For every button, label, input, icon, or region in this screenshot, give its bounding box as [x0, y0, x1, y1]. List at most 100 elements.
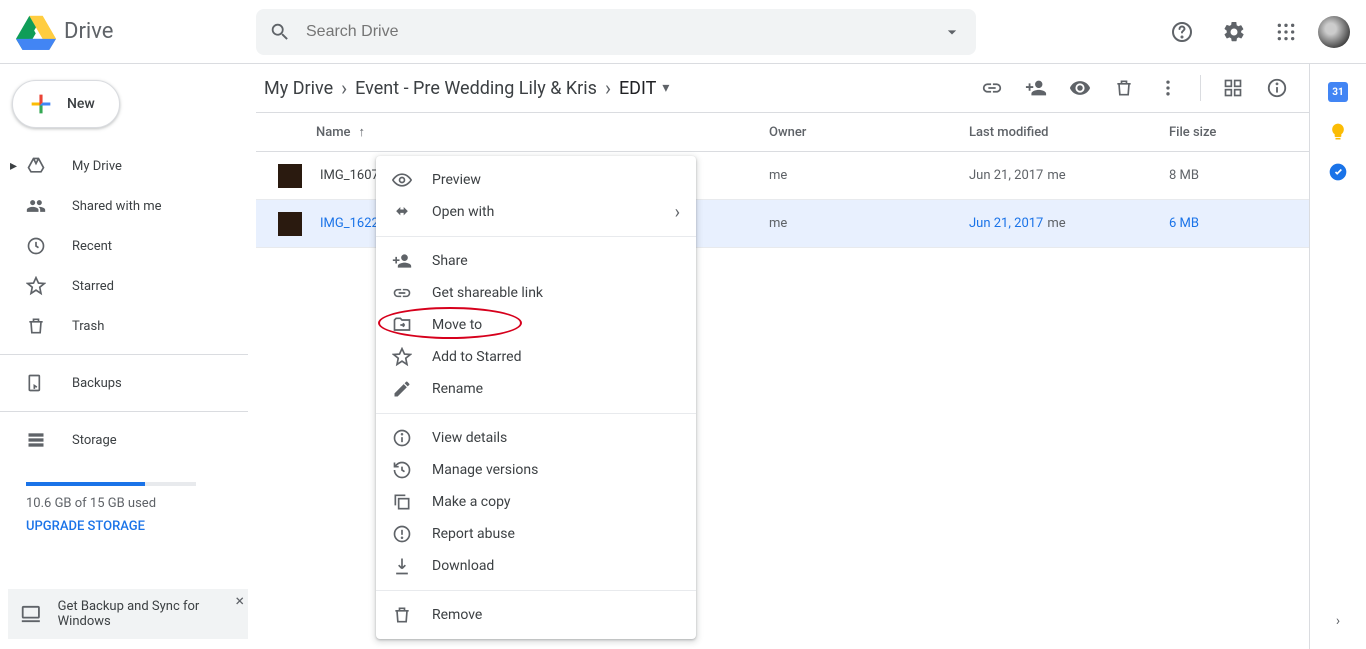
- desktop-icon: [20, 602, 42, 626]
- menu-download[interactable]: Download: [376, 550, 696, 582]
- keep-addon-icon[interactable]: [1328, 122, 1348, 142]
- menu-move-to[interactable]: Move to: [376, 309, 696, 341]
- file-size: 6 MB: [1169, 216, 1309, 231]
- tasks-addon-icon[interactable]: [1328, 162, 1348, 182]
- chevron-right-icon: ›: [675, 202, 680, 223]
- trash-icon: [392, 605, 412, 625]
- app-name: Drive: [64, 19, 113, 44]
- settings-icon[interactable]: [1214, 12, 1254, 52]
- context-menu: Preview Open with› Share Get shareable l…: [376, 156, 696, 639]
- breadcrumb: My Drive › Event - Pre Wedding Lily & Kr…: [264, 76, 669, 100]
- preview-eye-icon[interactable]: [1060, 68, 1100, 108]
- drive-logo[interactable]: Drive: [16, 12, 256, 52]
- plus-icon: [27, 90, 55, 118]
- share-person-icon[interactable]: [1016, 68, 1056, 108]
- menu-open-with[interactable]: Open with›: [376, 196, 696, 228]
- expand-icon[interactable]: ▸: [10, 158, 17, 174]
- file-owner: me: [769, 168, 969, 183]
- storage-label: Storage: [72, 433, 117, 448]
- delete-icon[interactable]: [1104, 68, 1144, 108]
- col-modified[interactable]: Last modified: [969, 125, 1169, 140]
- backups-icon: [26, 373, 46, 393]
- crumb-current[interactable]: EDIT: [619, 78, 656, 99]
- menu-make-copy[interactable]: Make a copy: [376, 486, 696, 518]
- account-avatar[interactable]: [1318, 16, 1350, 48]
- star-icon: [392, 347, 412, 367]
- more-icon[interactable]: [1148, 68, 1188, 108]
- shared-icon: [26, 196, 46, 216]
- file-modified: Jun 21, 2017me: [969, 168, 1169, 183]
- star-icon: [26, 276, 46, 296]
- storage-text: 10.6 GB of 15 GB used: [26, 496, 230, 511]
- menu-manage-versions[interactable]: Manage versions: [376, 454, 696, 486]
- col-size[interactable]: File size: [1169, 125, 1309, 140]
- storage-bar: [26, 482, 196, 486]
- sidebar-item-label: Shared with me: [72, 199, 162, 214]
- download-icon: [392, 556, 412, 576]
- open-with-icon: [392, 202, 412, 222]
- search-icon: [268, 20, 292, 44]
- help-icon[interactable]: [1162, 12, 1202, 52]
- menu-view-details[interactable]: View details: [376, 422, 696, 454]
- trash-icon: [26, 316, 46, 336]
- folder-dropdown-icon[interactable]: ▾: [662, 80, 669, 96]
- sidebar-item-label: My Drive: [72, 159, 122, 174]
- sort-icon[interactable]: ↑: [359, 124, 366, 140]
- eye-icon: [392, 170, 412, 190]
- col-name[interactable]: Name: [316, 125, 351, 140]
- new-button[interactable]: New: [12, 80, 120, 128]
- calendar-addon-icon[interactable]: 31: [1328, 82, 1348, 102]
- my-drive-icon: [26, 156, 46, 176]
- menu-add-starred[interactable]: Add to Starred: [376, 341, 696, 373]
- backup-promo[interactable]: Get Backup and Sync for Windows ×: [8, 589, 248, 639]
- file-thumbnail: [278, 212, 302, 236]
- sidebar-item-label: Starred: [72, 279, 114, 294]
- chevron-right-icon: ›: [341, 76, 347, 100]
- new-label: New: [67, 96, 95, 112]
- search-options-icon[interactable]: [940, 20, 964, 44]
- sidebar-item-starred[interactable]: Starred: [0, 266, 248, 306]
- crumb-event[interactable]: Event - Pre Wedding Lily & Kris: [355, 78, 597, 99]
- upgrade-link[interactable]: UPGRADE STORAGE: [26, 519, 230, 534]
- chevron-right-icon: ›: [605, 76, 611, 100]
- alert-icon: [392, 524, 412, 544]
- menu-rename[interactable]: Rename: [376, 373, 696, 405]
- info-icon: [392, 428, 412, 448]
- close-icon[interactable]: ×: [235, 591, 244, 610]
- info-icon[interactable]: [1257, 68, 1297, 108]
- sidebar-item-storage: Storage: [0, 420, 248, 460]
- recent-icon: [26, 236, 46, 256]
- crumb-my-drive[interactable]: My Drive: [264, 78, 333, 99]
- move-to-icon: [392, 315, 412, 335]
- storage-icon: [26, 430, 46, 450]
- sidebar-item-backups[interactable]: Backups: [0, 363, 248, 403]
- sidebar-item-trash[interactable]: Trash: [0, 306, 248, 346]
- sidebar-item-label: Recent: [72, 239, 112, 254]
- menu-preview[interactable]: Preview: [376, 164, 696, 196]
- pencil-icon: [392, 379, 412, 399]
- link-icon: [392, 283, 412, 303]
- search-input[interactable]: [304, 22, 940, 42]
- link-icon[interactable]: [972, 68, 1012, 108]
- apps-icon[interactable]: [1266, 12, 1306, 52]
- file-size: 8 MB: [1169, 168, 1309, 183]
- sidebar-item-shared[interactable]: Shared with me: [0, 186, 248, 226]
- view-grid-icon[interactable]: [1213, 68, 1253, 108]
- menu-report-abuse[interactable]: Report abuse: [376, 518, 696, 550]
- file-owner: me: [769, 216, 969, 231]
- drive-logo-icon: [16, 12, 56, 52]
- sidebar-item-label: Backups: [72, 376, 122, 391]
- copy-icon: [392, 492, 412, 512]
- menu-get-link[interactable]: Get shareable link: [376, 277, 696, 309]
- file-thumbnail: [278, 164, 302, 188]
- file-modified: Jun 21, 2017me: [969, 216, 1169, 231]
- menu-remove[interactable]: Remove: [376, 599, 696, 631]
- col-owner[interactable]: Owner: [769, 125, 969, 140]
- sidebar-item-label: Trash: [72, 319, 104, 334]
- menu-share[interactable]: Share: [376, 245, 696, 277]
- search-bar[interactable]: [256, 9, 976, 55]
- sidepanel-collapse-icon[interactable]: ›: [1336, 613, 1340, 629]
- sidebar-item-my-drive[interactable]: My Drive: [0, 146, 248, 186]
- sidebar-item-recent[interactable]: Recent: [0, 226, 248, 266]
- person-plus-icon: [392, 251, 412, 271]
